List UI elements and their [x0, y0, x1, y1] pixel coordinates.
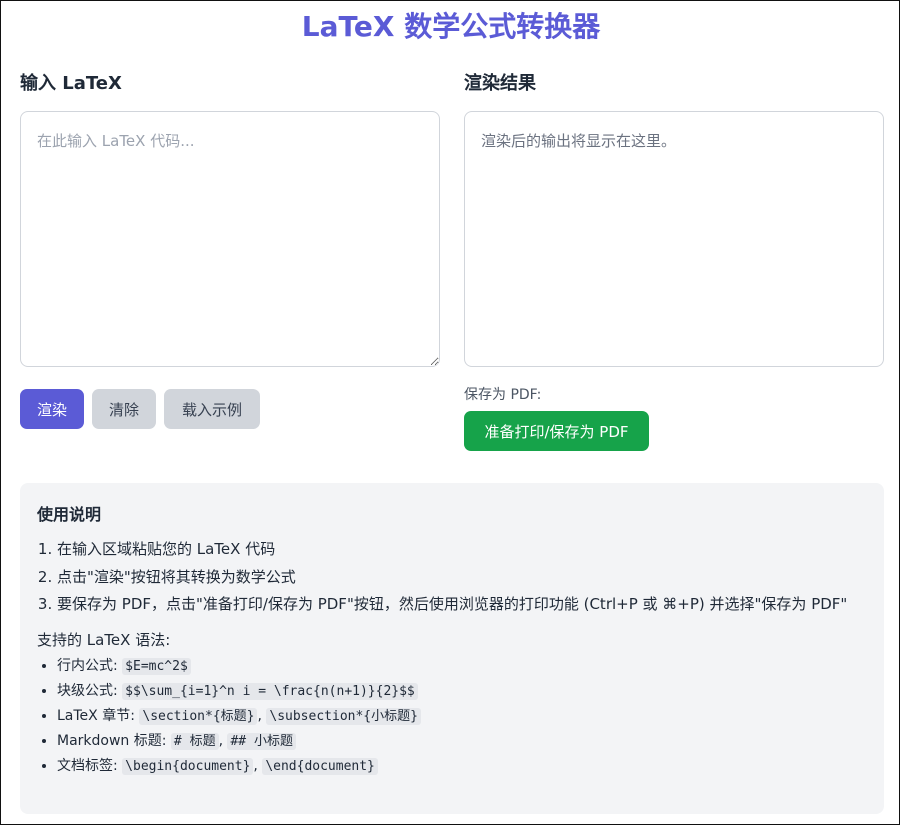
list-item: LaTeX 章节: \section*{标题}, \subsection*{小标… [57, 704, 867, 729]
code-snippet: ## 小标题 [227, 733, 296, 750]
list-item: 行内公式: $E=mc^2$ [57, 654, 867, 679]
steps-list: 在输入区域粘贴您的 LaTeX 代码 点击"渲染"按钮将其转换为数学公式 要保存… [57, 535, 867, 617]
syntax-label: LaTeX 章节: [57, 708, 140, 724]
syntax-list: 行内公式: $E=mc^2$块级公式: $$\sum_{i=1}^n i = \… [57, 654, 867, 779]
page-title: LaTeX 数学公式转换器 [301, 10, 601, 43]
load-example-button[interactable]: 载入示例 [164, 389, 260, 429]
list-item: 块级公式: $$\sum_{i=1}^n i = \frac{n(n+1)}{2… [57, 679, 867, 704]
code-snippet: \end{document} [262, 758, 378, 775]
code-snippet: \begin{document} [122, 758, 254, 775]
syntax-label: Markdown 标题: [57, 733, 171, 749]
syntax-label: 块级公式: [57, 683, 123, 699]
list-item: 要保存为 PDF，点击"准备打印/保存为 PDF"按钮，然后使用浏览器的打印功能… [57, 591, 867, 617]
code-snippet: $$\sum_{i=1}^n i = \frac{n(n+1)}{2}$$ [122, 683, 418, 700]
input-heading: 输入 LaTeX [20, 73, 122, 94]
instructions-panel: 使用说明 在输入区域粘贴您的 LaTeX 代码 点击"渲染"按钮将其转换为数学公… [20, 483, 884, 814]
list-item: 文档标签: \begin{document}, \end{document} [57, 754, 867, 779]
code-snippet: $E=mc^2$ [122, 658, 191, 675]
output-placeholder: 渲染后的输出将显示在这里。 [481, 132, 677, 150]
list-item: Markdown 标题: # 标题, ## 小标题 [57, 729, 867, 754]
latex-input[interactable] [20, 111, 440, 367]
supported-syntax-label: 支持的 LaTeX 语法: [37, 631, 171, 649]
print-pdf-button[interactable]: 准备打印/保存为 PDF [464, 411, 649, 451]
list-item: 在输入区域粘贴您的 LaTeX 代码 [57, 535, 867, 563]
render-button[interactable]: 渲染 [20, 389, 84, 429]
syntax-label: 行内公式: [57, 658, 123, 674]
render-output: 渲染后的输出将显示在这里。 [464, 111, 884, 367]
code-snippet: \section*{标题} [139, 708, 258, 725]
clear-button[interactable]: 清除 [92, 389, 156, 429]
instructions-heading: 使用说明 [37, 505, 102, 524]
code-snippet: \subsection*{小标题} [266, 708, 421, 725]
save-pdf-label: 保存为 PDF: [464, 387, 542, 403]
output-heading: 渲染结果 [464, 73, 536, 94]
list-item: 点击"渲染"按钮将其转换为数学公式 [57, 563, 867, 591]
syntax-label: 文档标签: [57, 758, 123, 774]
separator: , [253, 758, 263, 774]
code-snippet: # 标题 [170, 733, 219, 750]
